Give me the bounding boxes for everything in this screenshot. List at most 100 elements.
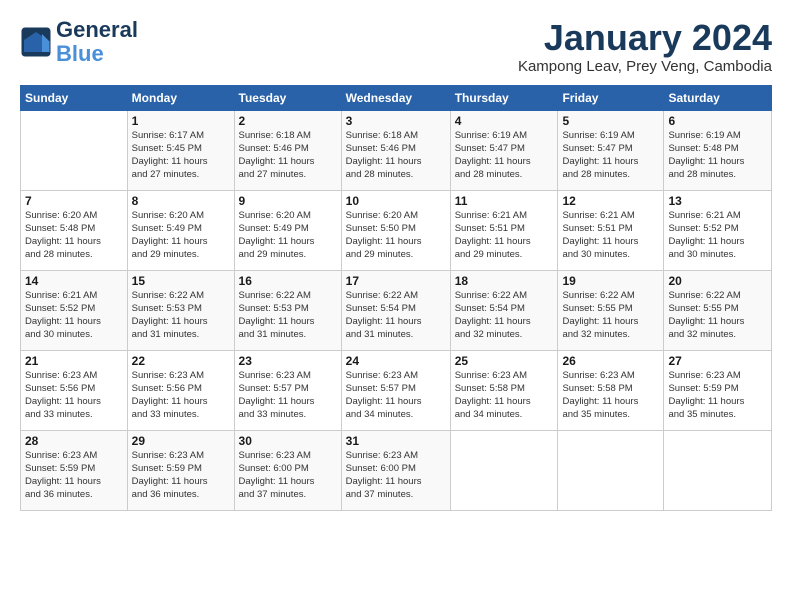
- day-info: Sunrise: 6:23 AM Sunset: 5:57 PM Dayligh…: [239, 369, 337, 422]
- day-cell: 8Sunrise: 6:20 AM Sunset: 5:49 PM Daylig…: [127, 190, 234, 270]
- day-cell: 7Sunrise: 6:20 AM Sunset: 5:48 PM Daylig…: [21, 190, 128, 270]
- day-number: 30: [239, 434, 337, 448]
- col-tuesday: Tuesday: [234, 85, 341, 110]
- day-info: Sunrise: 6:20 AM Sunset: 5:50 PM Dayligh…: [346, 209, 446, 262]
- day-info: Sunrise: 6:23 AM Sunset: 5:58 PM Dayligh…: [455, 369, 554, 422]
- day-cell: [450, 430, 558, 510]
- day-cell: 25Sunrise: 6:23 AM Sunset: 5:58 PM Dayli…: [450, 350, 558, 430]
- logo-line1: General: [56, 18, 138, 42]
- day-info: Sunrise: 6:18 AM Sunset: 5:46 PM Dayligh…: [346, 129, 446, 182]
- day-number: 9: [239, 194, 337, 208]
- day-info: Sunrise: 6:17 AM Sunset: 5:45 PM Dayligh…: [132, 129, 230, 182]
- day-number: 19: [562, 274, 659, 288]
- day-cell: 20Sunrise: 6:22 AM Sunset: 5:55 PM Dayli…: [664, 270, 772, 350]
- day-number: 15: [132, 274, 230, 288]
- col-thursday: Thursday: [450, 85, 558, 110]
- day-number: 16: [239, 274, 337, 288]
- day-number: 22: [132, 354, 230, 368]
- day-info: Sunrise: 6:19 AM Sunset: 5:47 PM Dayligh…: [455, 129, 554, 182]
- day-number: 28: [25, 434, 123, 448]
- day-number: 31: [346, 434, 446, 448]
- header-row: Sunday Monday Tuesday Wednesday Thursday…: [21, 85, 772, 110]
- week-row-4: 21Sunrise: 6:23 AM Sunset: 5:56 PM Dayli…: [21, 350, 772, 430]
- day-cell: 28Sunrise: 6:23 AM Sunset: 5:59 PM Dayli…: [21, 430, 128, 510]
- logo-icon: [20, 26, 52, 58]
- col-monday: Monday: [127, 85, 234, 110]
- day-info: Sunrise: 6:20 AM Sunset: 5:49 PM Dayligh…: [239, 209, 337, 262]
- day-info: Sunrise: 6:22 AM Sunset: 5:53 PM Dayligh…: [132, 289, 230, 342]
- day-number: 11: [455, 194, 554, 208]
- day-info: Sunrise: 6:21 AM Sunset: 5:51 PM Dayligh…: [455, 209, 554, 262]
- day-cell: [664, 430, 772, 510]
- day-cell: 29Sunrise: 6:23 AM Sunset: 5:59 PM Dayli…: [127, 430, 234, 510]
- day-number: 24: [346, 354, 446, 368]
- day-cell: [21, 110, 128, 190]
- day-number: 25: [455, 354, 554, 368]
- day-info: Sunrise: 6:21 AM Sunset: 5:52 PM Dayligh…: [668, 209, 767, 262]
- day-info: Sunrise: 6:21 AM Sunset: 5:52 PM Dayligh…: [25, 289, 123, 342]
- day-cell: 30Sunrise: 6:23 AM Sunset: 6:00 PM Dayli…: [234, 430, 341, 510]
- day-info: Sunrise: 6:22 AM Sunset: 5:53 PM Dayligh…: [239, 289, 337, 342]
- week-row-3: 14Sunrise: 6:21 AM Sunset: 5:52 PM Dayli…: [21, 270, 772, 350]
- day-cell: 9Sunrise: 6:20 AM Sunset: 5:49 PM Daylig…: [234, 190, 341, 270]
- location-subtitle: Kampong Leav, Prey Veng, Cambodia: [518, 58, 772, 75]
- day-cell: 11Sunrise: 6:21 AM Sunset: 5:51 PM Dayli…: [450, 190, 558, 270]
- day-number: 10: [346, 194, 446, 208]
- calendar-header: Sunday Monday Tuesday Wednesday Thursday…: [21, 85, 772, 110]
- week-row-5: 28Sunrise: 6:23 AM Sunset: 5:59 PM Dayli…: [21, 430, 772, 510]
- month-title: January 2024: [518, 18, 772, 58]
- day-cell: 21Sunrise: 6:23 AM Sunset: 5:56 PM Dayli…: [21, 350, 128, 430]
- calendar-body: 1Sunrise: 6:17 AM Sunset: 5:45 PM Daylig…: [21, 110, 772, 510]
- day-number: 12: [562, 194, 659, 208]
- day-number: 17: [346, 274, 446, 288]
- week-row-1: 1Sunrise: 6:17 AM Sunset: 5:45 PM Daylig…: [21, 110, 772, 190]
- header: General Blue January 2024 Kampong Leav, …: [20, 18, 772, 75]
- day-cell: 5Sunrise: 6:19 AM Sunset: 5:47 PM Daylig…: [558, 110, 664, 190]
- day-cell: 18Sunrise: 6:22 AM Sunset: 5:54 PM Dayli…: [450, 270, 558, 350]
- logo-line2: Blue: [56, 42, 138, 66]
- day-cell: 3Sunrise: 6:18 AM Sunset: 5:46 PM Daylig…: [341, 110, 450, 190]
- day-number: 1: [132, 114, 230, 128]
- day-info: Sunrise: 6:22 AM Sunset: 5:54 PM Dayligh…: [455, 289, 554, 342]
- day-number: 21: [25, 354, 123, 368]
- day-info: Sunrise: 6:18 AM Sunset: 5:46 PM Dayligh…: [239, 129, 337, 182]
- day-cell: 26Sunrise: 6:23 AM Sunset: 5:58 PM Dayli…: [558, 350, 664, 430]
- day-info: Sunrise: 6:23 AM Sunset: 5:58 PM Dayligh…: [562, 369, 659, 422]
- day-cell: 22Sunrise: 6:23 AM Sunset: 5:56 PM Dayli…: [127, 350, 234, 430]
- day-number: 27: [668, 354, 767, 368]
- day-cell: 16Sunrise: 6:22 AM Sunset: 5:53 PM Dayli…: [234, 270, 341, 350]
- day-number: 4: [455, 114, 554, 128]
- day-info: Sunrise: 6:23 AM Sunset: 5:56 PM Dayligh…: [25, 369, 123, 422]
- day-number: 5: [562, 114, 659, 128]
- day-info: Sunrise: 6:23 AM Sunset: 5:59 PM Dayligh…: [668, 369, 767, 422]
- day-number: 6: [668, 114, 767, 128]
- day-info: Sunrise: 6:19 AM Sunset: 5:48 PM Dayligh…: [668, 129, 767, 182]
- day-cell: 24Sunrise: 6:23 AM Sunset: 5:57 PM Dayli…: [341, 350, 450, 430]
- day-info: Sunrise: 6:23 AM Sunset: 5:57 PM Dayligh…: [346, 369, 446, 422]
- day-number: 14: [25, 274, 123, 288]
- week-row-2: 7Sunrise: 6:20 AM Sunset: 5:48 PM Daylig…: [21, 190, 772, 270]
- day-cell: 17Sunrise: 6:22 AM Sunset: 5:54 PM Dayli…: [341, 270, 450, 350]
- day-number: 3: [346, 114, 446, 128]
- day-cell: 23Sunrise: 6:23 AM Sunset: 5:57 PM Dayli…: [234, 350, 341, 430]
- day-number: 29: [132, 434, 230, 448]
- day-info: Sunrise: 6:23 AM Sunset: 6:00 PM Dayligh…: [346, 449, 446, 502]
- logo: General Blue: [20, 18, 138, 66]
- day-number: 18: [455, 274, 554, 288]
- day-number: 7: [25, 194, 123, 208]
- day-cell: 1Sunrise: 6:17 AM Sunset: 5:45 PM Daylig…: [127, 110, 234, 190]
- day-cell: 6Sunrise: 6:19 AM Sunset: 5:48 PM Daylig…: [664, 110, 772, 190]
- day-number: 13: [668, 194, 767, 208]
- day-cell: 14Sunrise: 6:21 AM Sunset: 5:52 PM Dayli…: [21, 270, 128, 350]
- day-info: Sunrise: 6:23 AM Sunset: 5:59 PM Dayligh…: [25, 449, 123, 502]
- day-cell: 27Sunrise: 6:23 AM Sunset: 5:59 PM Dayli…: [664, 350, 772, 430]
- calendar-table: Sunday Monday Tuesday Wednesday Thursday…: [20, 85, 772, 511]
- day-info: Sunrise: 6:20 AM Sunset: 5:49 PM Dayligh…: [132, 209, 230, 262]
- day-info: Sunrise: 6:21 AM Sunset: 5:51 PM Dayligh…: [562, 209, 659, 262]
- col-sunday: Sunday: [21, 85, 128, 110]
- col-wednesday: Wednesday: [341, 85, 450, 110]
- day-number: 8: [132, 194, 230, 208]
- day-cell: 13Sunrise: 6:21 AM Sunset: 5:52 PM Dayli…: [664, 190, 772, 270]
- day-info: Sunrise: 6:22 AM Sunset: 5:54 PM Dayligh…: [346, 289, 446, 342]
- day-info: Sunrise: 6:23 AM Sunset: 5:56 PM Dayligh…: [132, 369, 230, 422]
